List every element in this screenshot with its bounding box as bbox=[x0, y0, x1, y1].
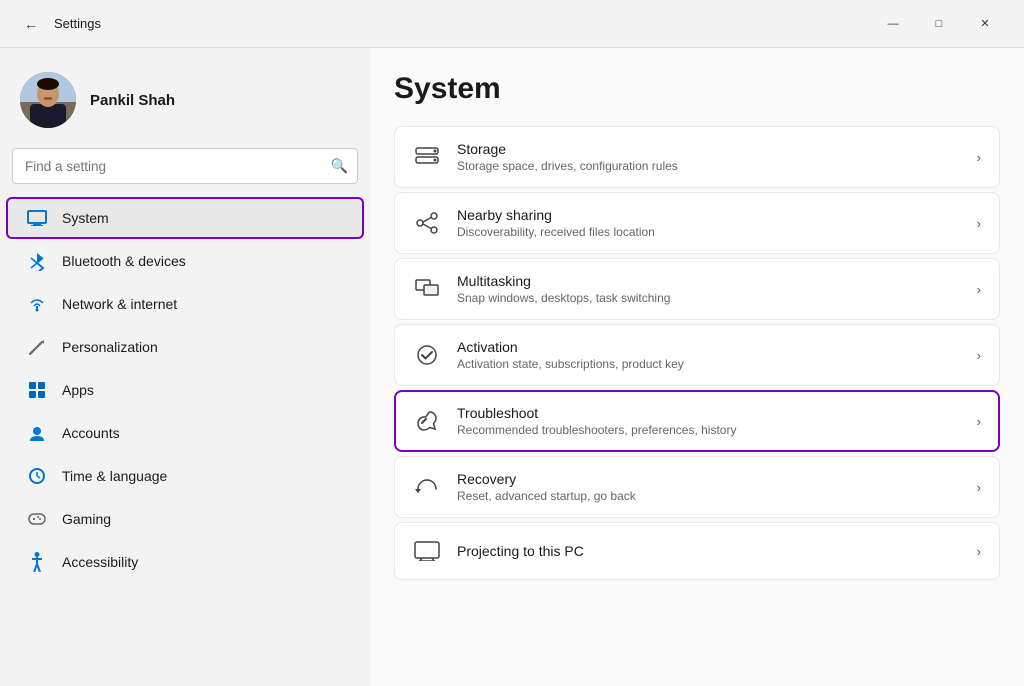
troubleshoot-description: Recommended troubleshooters, preferences… bbox=[457, 423, 961, 437]
setting-item-recovery[interactable]: Recovery Reset, advanced startup, go back… bbox=[394, 456, 1000, 518]
troubleshoot-chevron-icon: › bbox=[977, 414, 981, 429]
sidebar-item-label-time: Time & language bbox=[62, 468, 167, 484]
nearby-sharing-chevron-icon: › bbox=[977, 216, 981, 231]
recovery-setting-icon bbox=[413, 473, 441, 501]
recovery-title: Recovery bbox=[457, 471, 961, 487]
multitasking-text: Multitasking Snap windows, desktops, task… bbox=[457, 273, 961, 305]
projecting-title: Projecting to this PC bbox=[457, 543, 961, 559]
avatar-image bbox=[20, 72, 76, 128]
page-title: System bbox=[394, 72, 1000, 106]
sidebar-item-label-apps: Apps bbox=[62, 382, 94, 398]
setting-item-nearby-sharing[interactable]: Nearby sharing Discoverability, received … bbox=[394, 192, 1000, 254]
storage-chevron-icon: › bbox=[977, 150, 981, 165]
setting-item-troubleshoot[interactable]: Troubleshoot Recommended troubleshooters,… bbox=[394, 390, 1000, 452]
bluetooth-nav-icon bbox=[26, 250, 48, 272]
multitasking-description: Snap windows, desktops, task switching bbox=[457, 291, 961, 305]
setting-item-storage[interactable]: Storage Storage space, drives, configurat… bbox=[394, 126, 1000, 188]
window-controls: — □ ✕ bbox=[870, 8, 1008, 40]
activation-title: Activation bbox=[457, 339, 961, 355]
projecting-setting-icon bbox=[413, 537, 441, 565]
sidebar-item-time[interactable]: Time & language bbox=[6, 455, 364, 497]
sidebar-item-label-gaming: Gaming bbox=[62, 511, 111, 527]
activation-text: Activation Activation state, subscription… bbox=[457, 339, 961, 371]
close-button[interactable]: ✕ bbox=[962, 8, 1008, 40]
sidebar-item-bluetooth[interactable]: Bluetooth & devices bbox=[6, 240, 364, 282]
troubleshoot-text: Troubleshoot Recommended troubleshooters,… bbox=[457, 405, 961, 437]
multitasking-setting-icon bbox=[413, 275, 441, 303]
multitasking-title: Multitasking bbox=[457, 273, 961, 289]
nearby-sharing-title: Nearby sharing bbox=[457, 207, 961, 223]
activation-setting-icon bbox=[413, 341, 441, 369]
search-input[interactable] bbox=[12, 148, 358, 184]
gaming-nav-icon bbox=[26, 508, 48, 530]
troubleshoot-title: Troubleshoot bbox=[457, 405, 961, 421]
recovery-description: Reset, advanced startup, go back bbox=[457, 489, 961, 503]
settings-list: Storage Storage space, drives, configurat… bbox=[394, 126, 1000, 580]
content-area: System Storage Storage space, drives, con… bbox=[370, 48, 1024, 686]
sidebar-item-label-accounts: Accounts bbox=[62, 425, 120, 441]
sidebar-item-label-system: System bbox=[62, 210, 109, 226]
time-nav-icon bbox=[26, 465, 48, 487]
nearby-sharing-setting-icon bbox=[413, 209, 441, 237]
personalization-nav-icon bbox=[26, 336, 48, 358]
sidebar-item-system[interactable]: System bbox=[6, 197, 364, 239]
sidebar-item-label-bluetooth: Bluetooth & devices bbox=[62, 253, 186, 269]
setting-item-activation[interactable]: Activation Activation state, subscription… bbox=[394, 324, 1000, 386]
avatar bbox=[20, 72, 76, 128]
main-layout: Pankil Shah 🔍 System Bluetooth & devices N… bbox=[0, 48, 1024, 686]
activation-chevron-icon: › bbox=[977, 348, 981, 363]
sidebar-item-apps[interactable]: Apps bbox=[6, 369, 364, 411]
activation-description: Activation state, subscriptions, product… bbox=[457, 357, 961, 371]
storage-setting-icon bbox=[413, 143, 441, 171]
user-profile[interactable]: Pankil Shah bbox=[0, 56, 370, 148]
sidebar-item-accounts[interactable]: Accounts bbox=[6, 412, 364, 454]
sidebar-item-personalization[interactable]: Personalization bbox=[6, 326, 364, 368]
app-title: Settings bbox=[54, 16, 870, 31]
search-container: 🔍 bbox=[12, 148, 358, 184]
recovery-text: Recovery Reset, advanced startup, go back bbox=[457, 471, 961, 503]
sidebar: Pankil Shah 🔍 System Bluetooth & devices N… bbox=[0, 48, 370, 686]
system-nav-icon bbox=[26, 207, 48, 229]
sidebar-item-label-personalization: Personalization bbox=[62, 339, 158, 355]
back-button[interactable]: ← bbox=[16, 9, 46, 39]
title-bar: ← Settings — □ ✕ bbox=[0, 0, 1024, 48]
sidebar-item-gaming[interactable]: Gaming bbox=[6, 498, 364, 540]
nearby-sharing-text: Nearby sharing Discoverability, received … bbox=[457, 207, 961, 239]
nearby-sharing-description: Discoverability, received files location bbox=[457, 225, 961, 239]
sidebar-item-label-network: Network & internet bbox=[62, 296, 177, 312]
projecting-chevron-icon: › bbox=[977, 544, 981, 559]
sidebar-item-label-accessibility: Accessibility bbox=[62, 554, 138, 570]
sidebar-item-accessibility[interactable]: Accessibility bbox=[6, 541, 364, 583]
projecting-text: Projecting to this PC bbox=[457, 543, 961, 559]
apps-nav-icon bbox=[26, 379, 48, 401]
maximize-button[interactable]: □ bbox=[916, 8, 962, 40]
accounts-nav-icon bbox=[26, 422, 48, 444]
setting-item-projecting[interactable]: Projecting to this PC › bbox=[394, 522, 1000, 580]
minimize-button[interactable]: — bbox=[870, 8, 916, 40]
storage-title: Storage bbox=[457, 141, 961, 157]
multitasking-chevron-icon: › bbox=[977, 282, 981, 297]
accessibility-nav-icon bbox=[26, 551, 48, 573]
storage-description: Storage space, drives, configuration rul… bbox=[457, 159, 961, 173]
nav-list: System Bluetooth & devices Network & inter… bbox=[0, 196, 370, 584]
storage-text: Storage Storage space, drives, configurat… bbox=[457, 141, 961, 173]
sidebar-item-network[interactable]: Network & internet bbox=[6, 283, 364, 325]
setting-item-multitasking[interactable]: Multitasking Snap windows, desktops, task… bbox=[394, 258, 1000, 320]
recovery-chevron-icon: › bbox=[977, 480, 981, 495]
troubleshoot-setting-icon bbox=[413, 407, 441, 435]
network-nav-icon bbox=[26, 293, 48, 315]
user-name: Pankil Shah bbox=[90, 92, 175, 109]
